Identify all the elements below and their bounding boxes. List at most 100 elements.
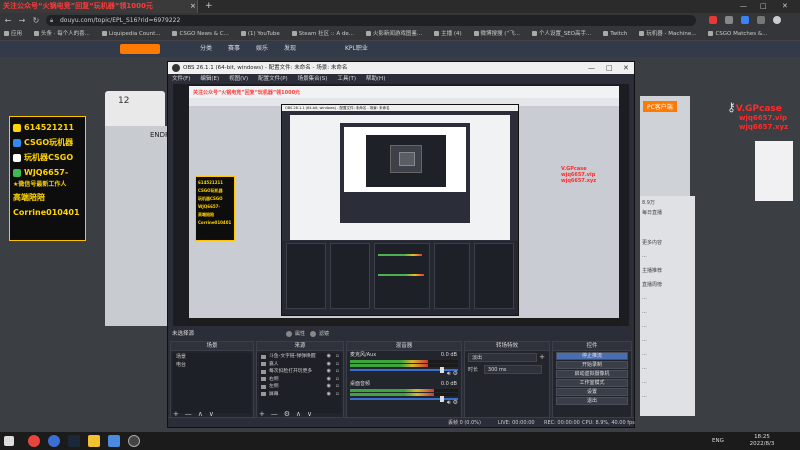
eye-icon[interactable]: ◉ — [327, 361, 331, 369]
start-virtual-camera-button[interactable]: 启动虚拟摄像机 — [556, 370, 628, 378]
app-icon[interactable] — [108, 435, 120, 447]
bookmark-item[interactable]: CSGO News & C... — [172, 28, 228, 40]
lock-icon[interactable]: ▫ — [336, 376, 339, 384]
exit-button[interactable]: 退出 — [556, 397, 628, 405]
volume-fader[interactable] — [350, 367, 458, 373]
eye-icon[interactable]: ◉ — [327, 368, 331, 376]
maximize-button[interactable]: □ — [760, 0, 767, 13]
bookmark-item[interactable]: 主播 (4) — [434, 28, 462, 40]
eye-icon[interactable]: ◉ — [327, 391, 331, 399]
tab-close-icon[interactable]: × — [190, 0, 196, 13]
source-item[interactable]: 右侧 ◉ ▫ — [259, 376, 341, 384]
menu-view[interactable]: 视图(V) — [229, 74, 248, 84]
windows-start-icon[interactable] — [4, 436, 14, 446]
duration-input[interactable]: 300 ms — [483, 365, 542, 374]
lock-icon[interactable]: ▫ — [336, 353, 339, 361]
settings-button[interactable]: 设置 — [556, 388, 628, 396]
bookmark-item[interactable]: Twitch — [603, 28, 627, 40]
obs-maximize-button[interactable]: □ — [606, 62, 613, 74]
lock-icon[interactable]: ▫ — [336, 361, 339, 369]
bookmark-item[interactable]: 玩机器 - Machine... — [639, 28, 696, 40]
eye-icon[interactable]: ◉ — [327, 353, 331, 361]
browser-tab[interactable]: 关注公众号“火锅电竞”回复“玩机器”领1000元 × — [0, 0, 198, 13]
close-window-button[interactable]: ✕ — [782, 0, 788, 13]
obs-minimize-button[interactable]: — — [588, 62, 595, 74]
chrome-profile-icon[interactable] — [48, 435, 60, 447]
speaker-icon[interactable]: 🔊︎ — [447, 399, 451, 406]
forward-icon[interactable]: → — [16, 14, 28, 27]
menu-scene-collection[interactable]: 场景集合(S) — [298, 74, 328, 84]
extension-icon[interactable] — [756, 16, 765, 24]
menu-help[interactable]: 帮助(H) — [366, 74, 385, 84]
properties-button[interactable]: 属性 — [286, 330, 305, 338]
bookmark-item[interactable]: 火影新闻游戏图鉴... — [366, 28, 422, 40]
scene-item[interactable]: 电台 — [173, 361, 251, 369]
source-item[interactable]: 嘉人 ◉ ▫ — [259, 361, 341, 369]
nested-obs-window: OBS 26.1.1 (64-bit, windows) - 配置文件: 未命名… — [281, 104, 519, 316]
volume-fader[interactable] — [350, 396, 458, 402]
taskbar-clock[interactable]: 18:25 2022/8/3 — [745, 434, 779, 448]
site-nav-item[interactable]: 发现 — [284, 41, 296, 57]
mixer-gear-icon[interactable]: ⚙ — [453, 399, 458, 406]
douyu-logo[interactable] — [120, 44, 160, 54]
fader-knob[interactable] — [440, 367, 444, 373]
obs-preview[interactable]: 关注公众号“火锅电竞”回复“玩机器”领1000元 614521211 CSGO玩… — [173, 84, 629, 326]
menu-edit[interactable]: 编辑(E) — [200, 74, 219, 84]
add-transition-button[interactable]: + — [539, 353, 545, 361]
speaker-icon[interactable]: 🔊︎ — [447, 370, 451, 377]
bookmark-item[interactable]: CSGO Matches &... — [708, 28, 767, 40]
reload-icon[interactable]: ↻ — [30, 14, 42, 27]
menu-profile[interactable]: 配置文件(P) — [258, 74, 288, 84]
preview-capture-level-3 — [344, 127, 466, 192]
new-tab-button[interactable]: + — [205, 0, 213, 13]
source-item[interactable]: 屏幕 ◉ ▫ — [259, 391, 341, 399]
bookmark-item[interactable]: 微博搜搜 (“飞... — [474, 28, 521, 40]
source-item[interactable]: 斗鱼-文字链-弹弹唤醒 ◉ ▫ — [259, 353, 341, 361]
source-item[interactable]: 每次扣脸打开玩更多 ◉ ▫ — [259, 368, 341, 376]
site-nav-item[interactable]: 分类 — [200, 41, 212, 57]
scene-item[interactable]: 场景 — [173, 353, 251, 361]
lock-icon[interactable]: ▫ — [336, 391, 339, 399]
transition-select[interactable]: 淡出 + — [468, 353, 545, 362]
minimize-button[interactable]: — — [740, 0, 747, 13]
url-bar[interactable]: 🔒︎ douyu.com/topic/EPL_S16?rid=6979222 — [46, 15, 696, 26]
pc-client-badge[interactable]: PC客户端 — [643, 101, 677, 112]
lock-icon[interactable]: ▫ — [336, 368, 339, 376]
bookmark-item[interactable]: Steam 社区 :: A de... — [292, 28, 354, 40]
fader-knob[interactable] — [440, 396, 444, 402]
bookmark-item[interactable]: (1) YouTube — [241, 28, 280, 40]
lock-icon[interactable]: ▫ — [336, 383, 339, 391]
start-recording-button[interactable]: 开始录制 — [556, 361, 628, 369]
eye-icon[interactable]: ◉ — [327, 383, 331, 391]
extension-icons — [706, 15, 796, 36]
stop-streaming-button[interactable]: 停止推流 — [556, 352, 628, 360]
site-nav-item[interactable]: KPL职业 — [345, 41, 368, 57]
mixer-gear-icon[interactable]: ⚙ — [453, 370, 458, 377]
ime-indicator[interactable]: ENG — [712, 432, 724, 450]
bookmark-item[interactable]: 个人设置_SEO高手... — [532, 28, 591, 40]
filters-button[interactable]: 滤镜 — [310, 330, 329, 338]
obs-window: OBS 26.1.1 (64-bit, windows) - 配置文件: 未命名… — [167, 61, 635, 428]
bookmark-item[interactable]: 头条 · 每个人的喜... — [34, 28, 90, 40]
file-explorer-icon[interactable] — [88, 435, 100, 447]
site-nav-item[interactable]: 娱乐 — [256, 41, 268, 57]
extension-icon[interactable] — [740, 16, 749, 24]
obs-taskbar-icon[interactable] — [128, 435, 140, 447]
nested-ad-line: 高端陪陪 — [198, 212, 214, 217]
studio-mode-button[interactable]: 工作室模式 — [556, 379, 628, 387]
obs-logo-icon — [172, 64, 180, 72]
obs-close-button[interactable]: ✕ — [623, 62, 629, 74]
steam-icon[interactable] — [68, 435, 80, 447]
source-item[interactable]: 左侧 ◉ ▫ — [259, 383, 341, 391]
chrome-icon[interactable] — [28, 435, 40, 447]
bookmark-item[interactable]: Liquipedia Count... — [102, 28, 161, 40]
back-icon[interactable]: ← — [2, 14, 14, 27]
bookmark-item[interactable]: 应用 — [4, 28, 22, 40]
extension-icon[interactable] — [709, 16, 717, 24]
menu-tools[interactable]: 工具(T) — [337, 74, 356, 84]
extension-icon[interactable] — [724, 16, 733, 24]
profile-avatar[interactable] — [772, 16, 781, 24]
site-nav-item[interactable]: 赛事 — [228, 41, 240, 57]
eye-icon[interactable]: ◉ — [327, 376, 331, 384]
menu-file[interactable]: 文件(F) — [172, 74, 190, 84]
